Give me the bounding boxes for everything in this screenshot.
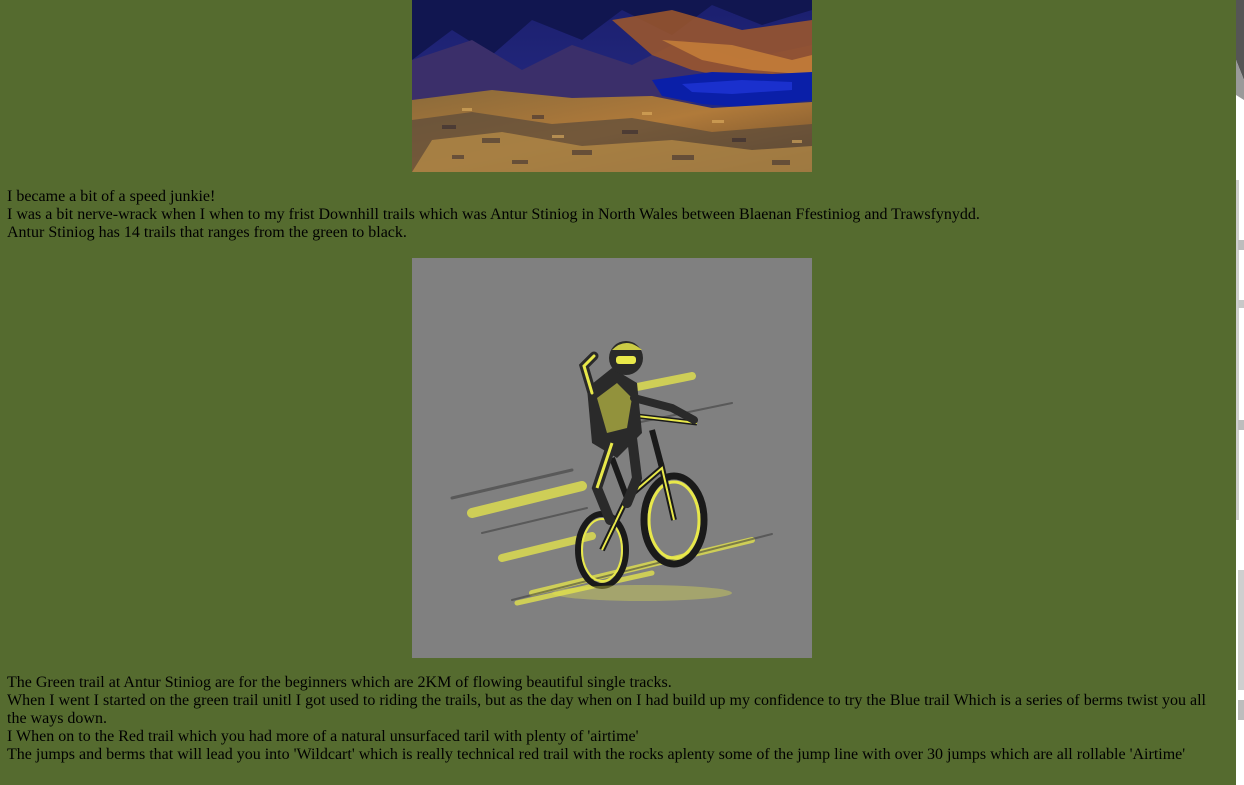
text-line: I When on to the Red trail which you had…	[7, 728, 639, 745]
text-line: The jumps and berms that will lead you i…	[7, 746, 1186, 763]
mountain-landscape-image	[412, 0, 812, 172]
text-line: The Green trail at Antur Stiniog are for…	[7, 674, 672, 691]
downhill-mountain-bike-rider-image	[412, 258, 812, 658]
trail-description-text: The Green trail at Antur Stiniog are for…	[7, 674, 1229, 764]
right-edge-background	[1236, 0, 1244, 785]
text-line: I became a bit of a speed junkie!	[7, 188, 216, 205]
text-line: I was a bit nerve-wrack when I when to m…	[7, 206, 980, 223]
text-line: When I went I started on the green trail…	[7, 692, 1206, 727]
intro-text: I became a bit of a speed junkie! I was …	[7, 188, 1229, 242]
page-content: I became a bit of a speed junkie! I was …	[0, 0, 1236, 785]
text-line: Antur Stiniog has 14 trails that ranges …	[7, 224, 407, 241]
